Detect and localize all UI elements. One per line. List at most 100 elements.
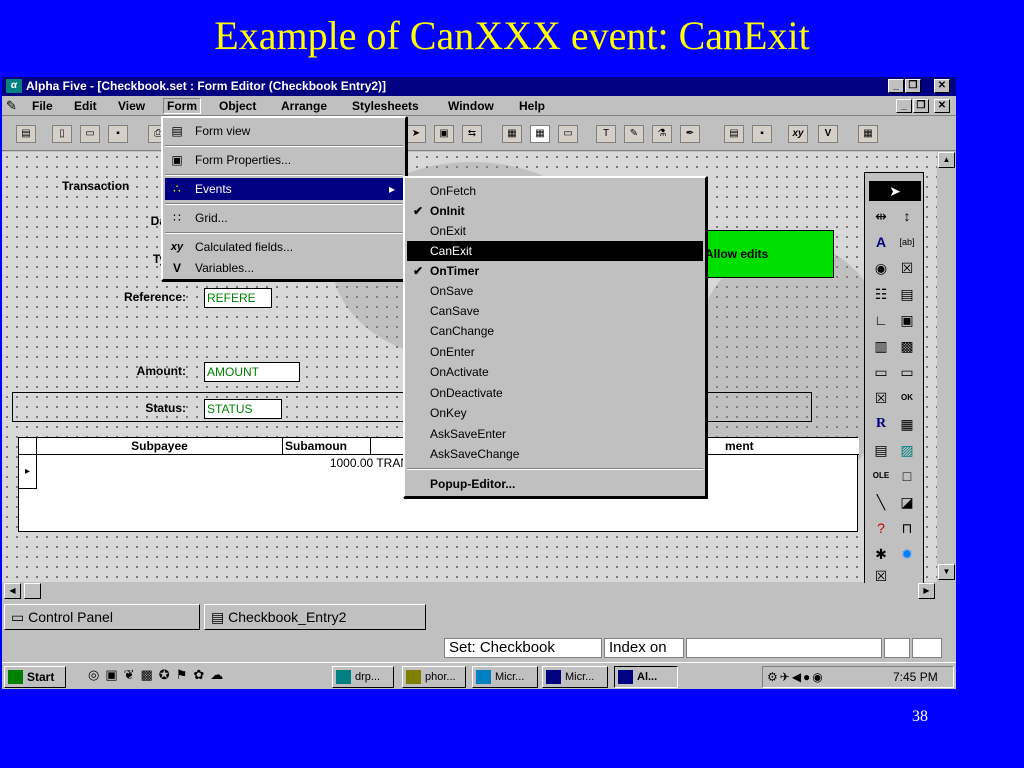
vertical-scrollbar[interactable]: ▲ ▼ (937, 152, 956, 582)
grid-header-subamount[interactable]: Subamoun (283, 438, 371, 455)
form-menu-item-grid[interactable]: ∷ Grid... (165, 207, 403, 229)
tabbed-tool-icon[interactable]: ▥ (869, 335, 893, 357)
event-oninit[interactable]: ✔ OnInit (407, 201, 703, 221)
report-tool-icon[interactable]: R (869, 413, 893, 435)
doc-close-button[interactable]: ✕ (934, 99, 950, 113)
event-canchange[interactable]: CanChange (407, 321, 703, 341)
horizontal-scrollbar[interactable]: ◀ ▶ (2, 583, 937, 600)
popup-editor-item[interactable]: Popup-Editor... (407, 474, 703, 494)
doc-minimize-button[interactable]: _ (896, 99, 912, 113)
ok-button-tool-icon[interactable]: OK (895, 387, 919, 409)
tab-order-icon[interactable]: ⇆ (462, 125, 482, 143)
help-tool-icon[interactable]: ? (869, 517, 893, 539)
alpha-five-app-icon[interactable]: α (6, 79, 22, 93)
task-phor[interactable]: phor... (402, 666, 466, 688)
form-menu-item-calculated-fields[interactable]: xy Calculated fields... (165, 236, 403, 258)
move-horizontal-icon[interactable]: ⇹ (869, 205, 893, 227)
edit-text-icon[interactable]: ✎ (624, 125, 644, 143)
hotspot-tool-icon[interactable]: ✱ (869, 543, 893, 565)
quick-launch-icons[interactable]: ◎▣❦▩✪⚑✿☁ (88, 667, 229, 683)
grid-row-marker[interactable]: ▸ (19, 455, 37, 489)
calendar-icon[interactable]: ▦ (858, 125, 878, 143)
rectangle-tool-icon[interactable]: ▭ (869, 361, 893, 383)
form-menu-item-form-properties[interactable]: ▣ Form Properties... (165, 149, 403, 171)
move-vertical-icon[interactable]: ↕ (895, 205, 919, 227)
picture-tool-icon[interactable]: ▨ (895, 439, 919, 461)
rounded-rect-tool-icon[interactable]: ▭ (895, 361, 919, 383)
size-icon[interactable]: ▪ (752, 125, 772, 143)
calculated-fields-icon[interactable]: xy (788, 125, 808, 143)
menu-window[interactable]: Window (448, 99, 494, 113)
design-view-icon[interactable]: ▦ (502, 125, 522, 143)
event-asksavechange[interactable]: AskSaveChange (407, 444, 703, 464)
ole-tool-icon[interactable]: OLE (869, 465, 893, 487)
tray-icons[interactable]: ⚙✈◀●◉ (767, 667, 825, 687)
window-titlebar[interactable]: α Alpha Five - [Checkbook.set : Form Edi… (2, 77, 956, 96)
image-field-icon[interactable]: ▩ (895, 335, 919, 357)
tab-control-panel[interactable]: ▭ Control Panel (4, 604, 200, 630)
new-file-icon[interactable]: ▯ (52, 125, 72, 143)
form-menu-item-events[interactable]: ∴ Events ▸ (165, 178, 403, 200)
menu-view[interactable]: View (118, 99, 145, 113)
arrow-tool-icon[interactable]: ➤ (406, 125, 426, 143)
browse-tool-icon[interactable]: ▤ (869, 439, 893, 461)
event-asksaveenter[interactable]: AskSaveEnter (407, 424, 703, 444)
box-tool-icon[interactable]: □ (895, 465, 919, 487)
memo-tool-icon[interactable]: ▤ (895, 283, 919, 305)
event-onfetch[interactable]: OnFetch (407, 181, 703, 201)
scroll-right-icon[interactable]: ▶ (918, 583, 935, 599)
task-drp[interactable]: drp... (332, 666, 394, 688)
grid-icon[interactable]: ▦ (530, 125, 550, 143)
menu-stylesheets[interactable]: Stylesheets (352, 99, 419, 113)
open-folder-icon[interactable]: ▭ (80, 125, 100, 143)
amount-field[interactable]: AMOUNT (204, 362, 300, 382)
tab-tool-icon[interactable]: ⊓ (895, 517, 919, 539)
form-view-icon[interactable]: ▤ (16, 125, 36, 143)
form-menu-item-variables[interactable]: V Variables... (165, 257, 403, 279)
text-tool-icon[interactable]: A (869, 231, 893, 253)
scroll-thumb[interactable] (24, 583, 41, 599)
menu-edit[interactable]: Edit (74, 99, 97, 113)
event-onactivate[interactable]: OnActivate (407, 362, 703, 382)
menu-arrange[interactable]: Arrange (281, 99, 327, 113)
event-cansave[interactable]: CanSave (407, 301, 703, 321)
minimize-button[interactable]: _ (888, 79, 904, 93)
table-tool-icon[interactable]: ▦ (895, 413, 919, 435)
line-tool-icon[interactable]: ╲ (869, 491, 893, 513)
maximize-button[interactable]: ❐ (905, 79, 921, 93)
shape-tool-icon[interactable]: ◪ (895, 491, 919, 513)
scroll-up-icon[interactable]: ▲ (938, 152, 955, 168)
pen-icon[interactable]: ✒ (680, 125, 700, 143)
task-micr-1[interactable]: Micr... (472, 666, 538, 688)
status-field[interactable]: STATUS (204, 399, 282, 419)
align-icon[interactable]: ▤ (724, 125, 744, 143)
event-onenter[interactable]: OnEnter (407, 342, 703, 362)
grid-row-amount[interactable]: 1000.00 TRANS (37, 455, 417, 472)
reference-field[interactable]: REFERE (204, 288, 272, 308)
combo-tool-icon[interactable]: ▣ (895, 309, 919, 331)
checkbox-tool-icon[interactable]: ☒ (895, 257, 919, 279)
list-tool-icon[interactable]: ☷ (869, 283, 893, 305)
event-onkey[interactable]: OnKey (407, 403, 703, 423)
scroll-left-icon[interactable]: ◀ (4, 583, 21, 599)
cross-tool-icon[interactable]: ☒ (869, 387, 893, 409)
frame-tool-icon[interactable]: ∟ (869, 309, 893, 331)
menu-help[interactable]: Help (519, 99, 545, 113)
save-icon[interactable]: ▪ (108, 125, 128, 143)
form-menu-item-form-view[interactable]: ▤ Form view (165, 120, 403, 142)
start-button[interactable]: Start (4, 666, 66, 688)
radio-tool-icon[interactable]: ◉ (869, 257, 893, 279)
event-ondeactivate[interactable]: OnDeactivate (407, 383, 703, 403)
menu-object[interactable]: Object (219, 99, 256, 113)
variables-icon[interactable]: V (818, 125, 838, 143)
properties-icon[interactable]: ▣ (434, 125, 454, 143)
event-onexit[interactable]: OnExit (407, 221, 703, 241)
fill-icon[interactable]: ⚗ (652, 125, 672, 143)
text-style-icon[interactable]: T (596, 125, 616, 143)
grid-header-comment[interactable]: ment (717, 438, 859, 455)
doc-restore-button[interactable]: ❐ (913, 99, 929, 113)
event-canexit[interactable]: CanExit (407, 241, 703, 261)
task-alpha-five[interactable]: Al... (614, 666, 678, 688)
close-button[interactable]: ✕ (934, 79, 950, 93)
tab-checkbook-entry[interactable]: ▤ Checkbook_Entry2 (204, 604, 426, 630)
